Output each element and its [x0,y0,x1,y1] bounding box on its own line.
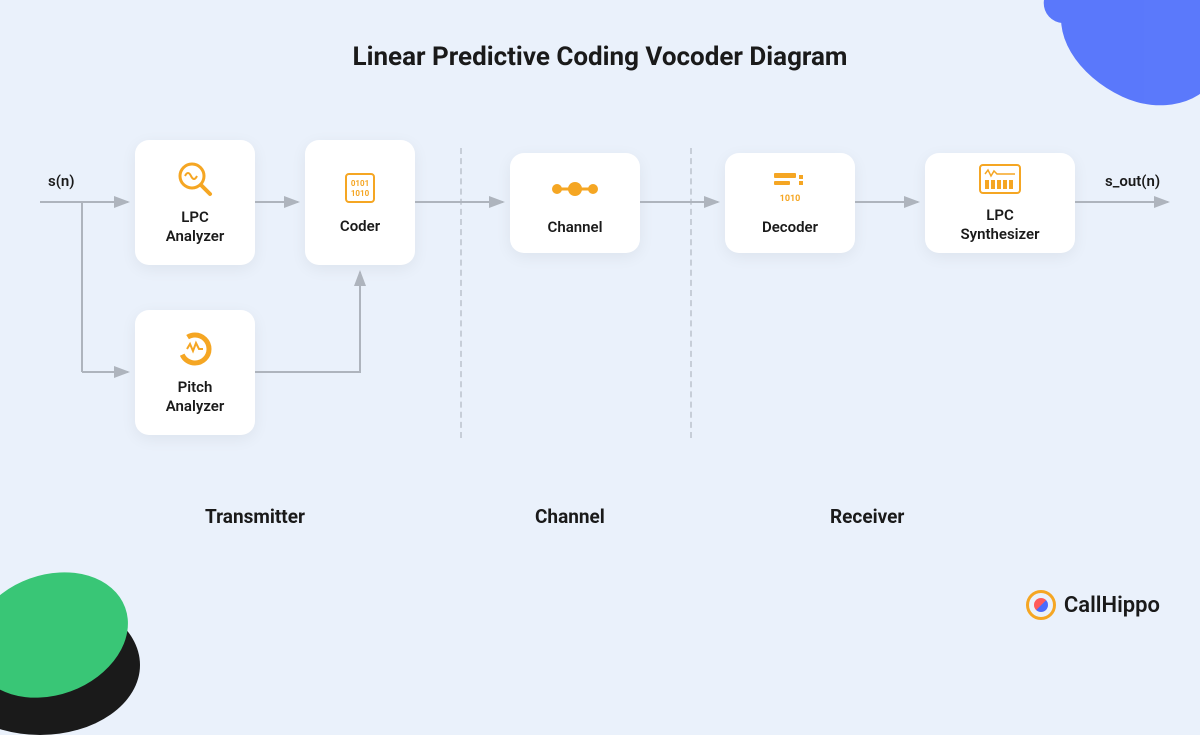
brand-name: CallHippo [1064,593,1160,618]
brand-logo: CallHippo [1026,590,1160,620]
brand-logo-icon [1026,590,1056,620]
diagram-canvas: s(n) s_out(n) LPCAnalyzer PitchAnalyzer … [0,0,1200,645]
arrows-layer [0,0,1200,645]
